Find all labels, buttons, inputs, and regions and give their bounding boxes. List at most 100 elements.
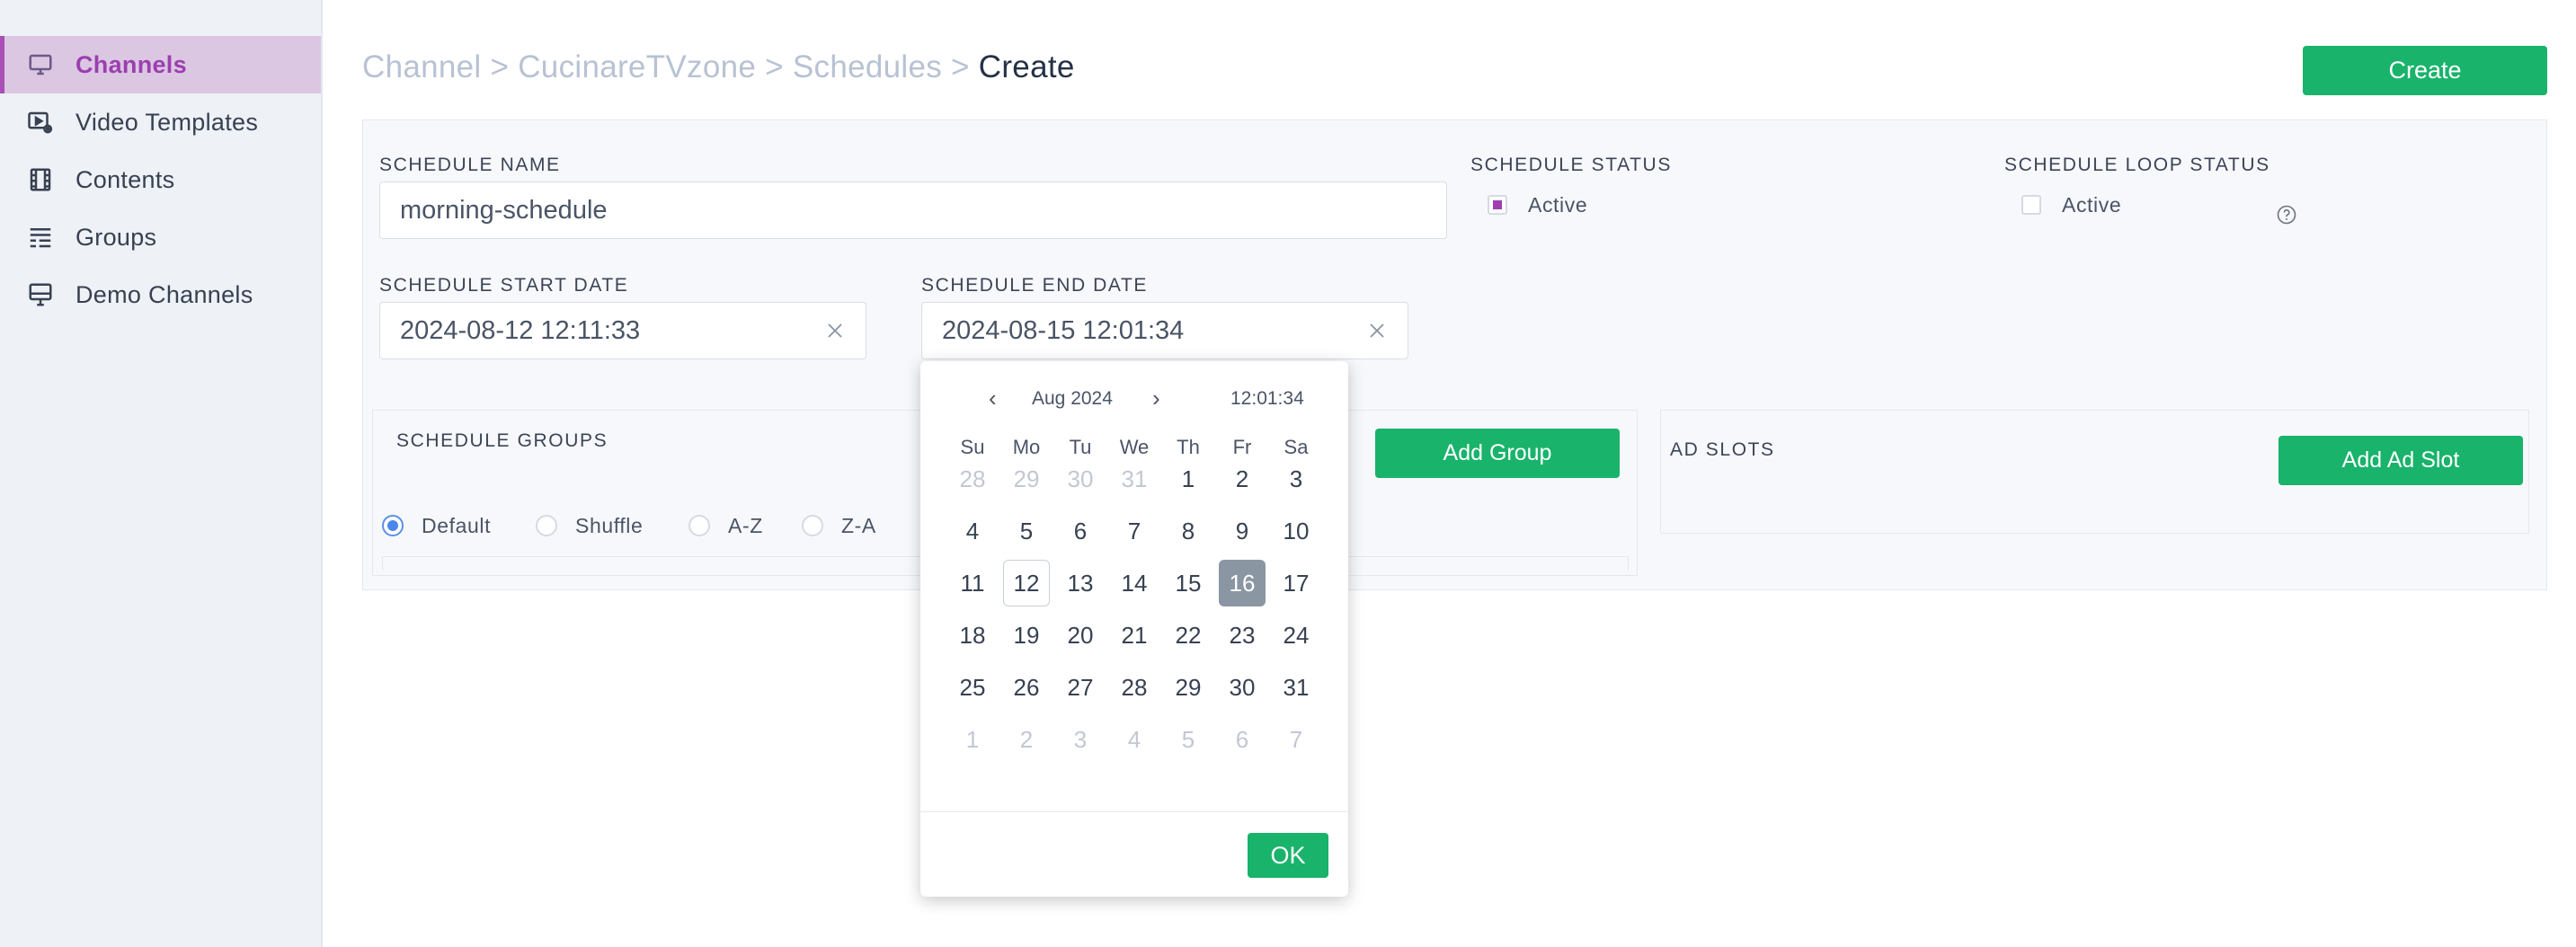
calendar-day[interactable]: 4 [1111,716,1158,763]
calendar-day[interactable]: 9 [1219,508,1266,554]
sidebar: Channels Video Templates Contents Groups… [0,0,323,947]
calendar-day[interactable]: 5 [1165,716,1212,763]
schedule-form-panel: SCHEDULE NAME morning-schedule SCHEDULE … [362,119,2547,590]
start-date-label: SCHEDULE START DATE [379,275,629,296]
sidebar-item-contents[interactable]: Contents [0,151,321,208]
close-icon[interactable] [1366,320,1388,341]
start-date-input[interactable]: 2024-08-12 12:11:33 [379,302,866,359]
radio-a-z-label: A-Z [728,514,763,537]
calendar-day[interactable]: 29 [1165,664,1212,711]
schedule-groups-title: SCHEDULE GROUPS [396,430,608,451]
calendar-day[interactable]: 22 [1165,612,1212,659]
breadcrumb-separator: > [490,49,510,84]
sidebar-nav: Channels Video Templates Contents Groups… [0,36,321,323]
ok-button[interactable]: OK [1248,833,1328,878]
calendar-day[interactable]: 31 [1111,456,1158,502]
calendar-day[interactable]: 27 [1057,664,1104,711]
radio-shuffle[interactable] [536,515,557,536]
calendar-day[interactable]: 7 [1111,508,1158,554]
add-ad-slot-button[interactable]: Add Ad Slot [2278,436,2523,485]
next-month-icon[interactable]: › [1152,385,1160,412]
schedule-status-option: Active [1528,193,1588,217]
calendar-day[interactable]: 1 [949,716,996,763]
calendar-day[interactable]: 5 [1003,508,1050,554]
calendar-day[interactable]: 24 [1273,612,1319,659]
sidebar-item-video-templates[interactable]: Video Templates [0,93,321,151]
date-picker-popup: ‹ Aug 2024 › 12:01:34 Su Mo Tu We Th Fr Sa 28 2… [920,361,1348,897]
video-settings-icon [27,109,58,136]
calendar-day[interactable]: 31 [1273,664,1319,711]
calendar-day[interactable]: 19 [1003,612,1050,659]
calendar-day[interactable]: 4 [949,508,996,554]
help-icon[interactable] [2276,204,2297,226]
calendar-day[interactable]: 15 [1165,560,1212,606]
sidebar-item-demo-channels[interactable]: Demo Channels [0,266,321,323]
sidebar-item-label: Demo Channels [76,280,253,308]
calendar-day[interactable]: 25 [949,664,996,711]
ad-slots-title: AD SLOTS [1670,439,1775,460]
calendar-day[interactable]: 30 [1057,456,1104,502]
loop-status-checkbox[interactable] [2021,195,2041,215]
calendar-day[interactable]: 7 [1273,716,1319,763]
breadcrumb-separator: > [951,49,970,84]
ad-slots-panel: AD SLOTS Add Ad Slot [1660,410,2529,534]
picker-time-label[interactable]: 12:01:34 [1230,388,1304,410]
calendar-day[interactable]: 26 [1003,664,1050,711]
calendar-day[interactable]: 21 [1111,612,1158,659]
calendar-day[interactable]: 6 [1057,508,1104,554]
calendar-day[interactable]: 30 [1219,664,1266,711]
calendar-day[interactable]: 3 [1273,456,1319,502]
prev-month-icon[interactable]: ‹ [989,385,997,412]
loop-status-option: Active [2062,193,2122,217]
end-date-input[interactable]: 2024-08-15 12:01:34 [921,302,1408,359]
radio-default[interactable] [382,515,404,536]
picker-month-label[interactable]: Aug 2024 [1032,388,1113,410]
schedule-name-label: SCHEDULE NAME [379,155,561,175]
calendar-day[interactable]: 14 [1111,560,1158,606]
schedule-name-input[interactable]: morning-schedule [379,181,1447,239]
calendar-day[interactable]: 8 [1165,508,1212,554]
calendar-day[interactable]: 28 [949,456,996,502]
sidebar-item-channels[interactable]: Channels [0,36,321,93]
create-button[interactable]: Create [2303,46,2547,95]
close-icon[interactable] [824,320,846,341]
schedule-status-checkbox[interactable] [1488,195,1507,215]
radio-a-z[interactable] [688,515,710,536]
calendar-day[interactable]: 3 [1057,716,1104,763]
picker-divider [920,811,1348,812]
page-title: Create [978,49,1075,84]
radio-shuffle-label: Shuffle [575,514,644,537]
calendar-day[interactable]: 29 [1003,456,1050,502]
calendar-day[interactable]: 6 [1219,716,1266,763]
loop-status-label: SCHEDULE LOOP STATUS [2004,155,2270,175]
radio-z-a[interactable] [802,515,823,536]
breadcrumb-schedules[interactable]: Schedules [793,49,942,84]
sidebar-item-groups[interactable]: Groups [0,208,321,266]
list-icon [27,224,58,251]
calendar-day[interactable]: 20 [1057,612,1104,659]
calendar-day[interactable]: 1 [1165,456,1212,502]
schedule-status-label: SCHEDULE STATUS [1470,155,1672,175]
add-group-button[interactable]: Add Group [1375,429,1620,478]
calendar-day[interactable]: 17 [1273,560,1319,606]
tv-icon [27,281,58,308]
calendar-day[interactable]: 10 [1273,508,1319,554]
calendar-day[interactable]: 2 [1219,456,1266,502]
calendar-day[interactable]: 2 [1003,716,1050,763]
radio-z-a-label: Z-A [841,514,876,537]
calendar-day[interactable]: 28 [1111,664,1158,711]
monitor-icon [27,51,58,78]
end-date-label: SCHEDULE END DATE [921,275,1149,296]
calendar-day[interactable]: 16 [1219,560,1266,606]
breadcrumb-channel-name[interactable]: CucinareTVzone [518,49,756,84]
breadcrumb-separator: > [765,49,784,84]
calendar-day[interactable]: 13 [1057,560,1104,606]
calendar-day[interactable]: 12 [1003,560,1050,606]
radio-default-label: Default [422,514,492,537]
calendar-day[interactable]: 11 [949,560,996,606]
calendar-day[interactable]: 18 [949,612,996,659]
breadcrumb-channel[interactable]: Channel [362,49,481,84]
film-strip-icon [27,166,58,193]
calendar-day[interactable]: 23 [1219,612,1266,659]
breadcrumb: Channel > CucinareTVzone > Schedules > Create [362,49,1075,85]
